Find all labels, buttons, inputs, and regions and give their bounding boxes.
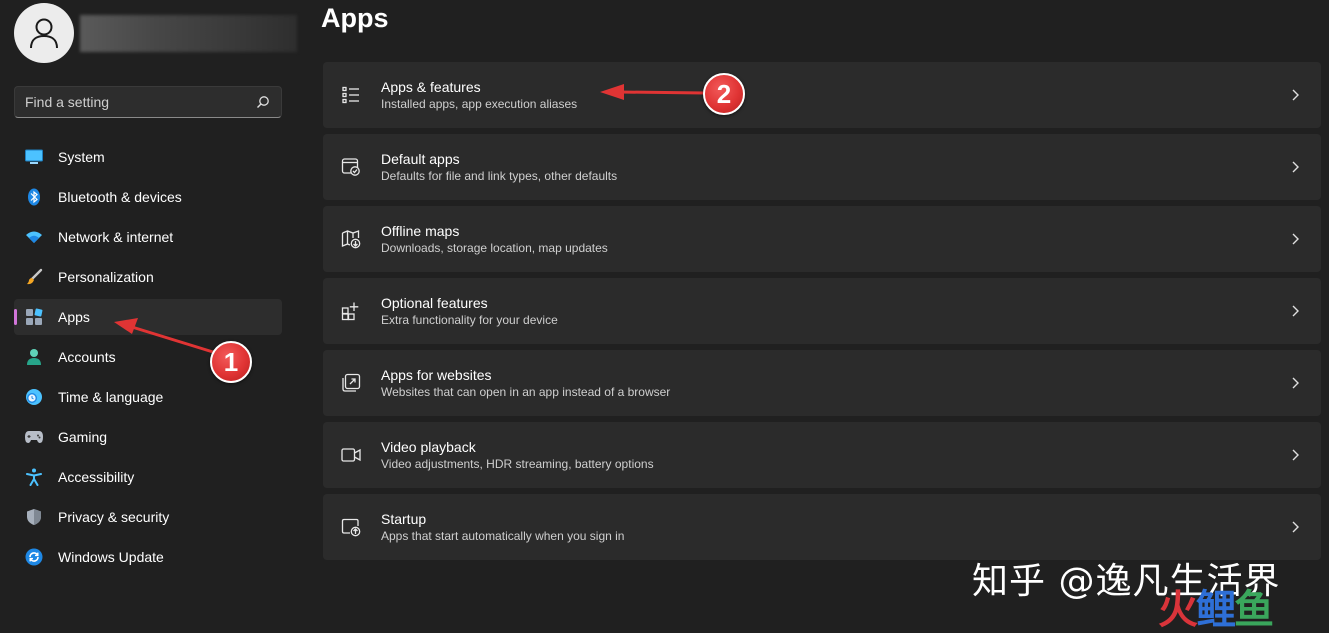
- apps-icon: [24, 307, 44, 327]
- card-subtitle: Extra functionality for your device: [381, 313, 558, 327]
- sidebar-item-label: Privacy & security: [58, 509, 170, 525]
- card-apps-for-websites[interactable]: Apps for websites Websites that can open…: [323, 350, 1321, 416]
- watermark-logo-char: 火: [1158, 587, 1198, 633]
- sidebar-item-system[interactable]: System: [14, 139, 282, 175]
- sidebar-item-accessibility[interactable]: Accessibility: [14, 459, 282, 495]
- card-title: Video playback: [381, 439, 476, 455]
- page-title: Apps: [321, 3, 389, 33]
- card-subtitle: Defaults for file and link types, other …: [381, 169, 618, 183]
- chevron-right-icon: [1287, 159, 1303, 175]
- chevron-right-icon: [1287, 231, 1303, 247]
- default-apps-icon: [341, 157, 361, 177]
- watermark-logo: 火鲤鱼: [1158, 587, 1274, 633]
- sidebar-item-label: Accounts: [58, 349, 116, 365]
- card-startup[interactable]: Startup Apps that start automatically wh…: [323, 494, 1321, 560]
- card-title: Apps & features: [381, 79, 481, 95]
- card-default-apps[interactable]: Default apps Defaults for file and link …: [323, 134, 1321, 200]
- sidebar-item-label: Gaming: [58, 429, 108, 445]
- chevron-right-icon: [1287, 87, 1303, 103]
- add-grid-icon: [341, 301, 361, 321]
- sidebar-item-windows-update[interactable]: Windows Update: [14, 539, 282, 575]
- chevron-right-icon: [1287, 519, 1303, 535]
- card-title: Optional features: [381, 295, 488, 311]
- sidebar-item-label: Time & language: [58, 389, 164, 405]
- search-box[interactable]: [14, 86, 282, 118]
- accessibility-icon: [24, 467, 44, 487]
- card-apps-features[interactable]: Apps & features Installed apps, app exec…: [323, 62, 1321, 128]
- step-badge-2: 2: [703, 73, 745, 115]
- open-external-icon: [341, 373, 361, 393]
- sidebar-item-privacy[interactable]: Privacy & security: [14, 499, 282, 535]
- card-subtitle: Video adjustments, HDR streaming, batter…: [381, 457, 654, 471]
- sidebar-item-label: Bluetooth & devices: [58, 189, 182, 205]
- watermark-logo-char: 鱼: [1234, 587, 1274, 633]
- card-title: Offline maps: [381, 223, 460, 239]
- avatar[interactable]: [14, 3, 74, 63]
- chevron-right-icon: [1287, 447, 1303, 463]
- sidebar-item-label: Network & internet: [58, 229, 174, 245]
- video-camera-icon: [341, 445, 361, 465]
- card-offline-maps[interactable]: Offline maps Downloads, storage location…: [323, 206, 1321, 272]
- sidebar-item-network[interactable]: Network & internet: [14, 219, 282, 255]
- shield-icon: [24, 507, 44, 527]
- card-subtitle: Websites that can open in an app instead…: [381, 385, 671, 399]
- sidebar-item-label: Windows Update: [58, 549, 164, 565]
- card-video-playback[interactable]: Video playback Video adjustments, HDR st…: [323, 422, 1321, 488]
- person-icon: [29, 17, 59, 49]
- sidebar-item-personalization[interactable]: Personalization: [14, 259, 282, 295]
- sidebar-item-label: System: [58, 149, 105, 165]
- map-download-icon: [341, 229, 361, 249]
- sidebar-item-gaming[interactable]: Gaming: [14, 419, 282, 455]
- bluetooth-icon: [24, 187, 44, 207]
- card-title: Startup: [381, 511, 427, 527]
- card-subtitle: Installed apps, app execution aliases: [381, 97, 578, 111]
- card-title: Apps for websites: [381, 367, 492, 383]
- sidebar-item-label: Personalization: [58, 269, 154, 285]
- wifi-icon: [24, 227, 44, 247]
- chevron-right-icon: [1287, 303, 1303, 319]
- card-title: Default apps: [381, 151, 460, 167]
- username-blurred: [80, 15, 297, 52]
- update-icon: [24, 547, 44, 567]
- chevron-right-icon: [1287, 375, 1303, 391]
- search-input[interactable]: [25, 94, 255, 110]
- watermark-logo-char: 鲤: [1196, 587, 1236, 633]
- startup-icon: [341, 517, 361, 537]
- clock-globe-icon: [24, 387, 44, 407]
- settings-card-list: Apps & features Installed apps, app exec…: [323, 62, 1321, 566]
- sidebar-item-label: Apps: [58, 309, 90, 325]
- person-icon: [24, 347, 44, 367]
- step-badge-1: 1: [210, 341, 252, 383]
- sidebar-item-label: Accessibility: [58, 469, 135, 485]
- card-optional-features[interactable]: Optional features Extra functionality fo…: [323, 278, 1321, 344]
- list-icon: [341, 85, 361, 105]
- card-subtitle: Apps that start automatically when you s…: [381, 529, 625, 543]
- monitor-icon: [24, 147, 44, 167]
- sidebar-item-time-language[interactable]: Time & language: [14, 379, 282, 415]
- search-icon[interactable]: [255, 94, 271, 110]
- sidebar-item-apps[interactable]: Apps: [14, 299, 282, 335]
- card-subtitle: Downloads, storage location, map updates: [381, 241, 608, 255]
- gamepad-icon: [24, 427, 44, 447]
- sidebar-item-bluetooth[interactable]: Bluetooth & devices: [14, 179, 282, 215]
- paintbrush-icon: [24, 267, 44, 287]
